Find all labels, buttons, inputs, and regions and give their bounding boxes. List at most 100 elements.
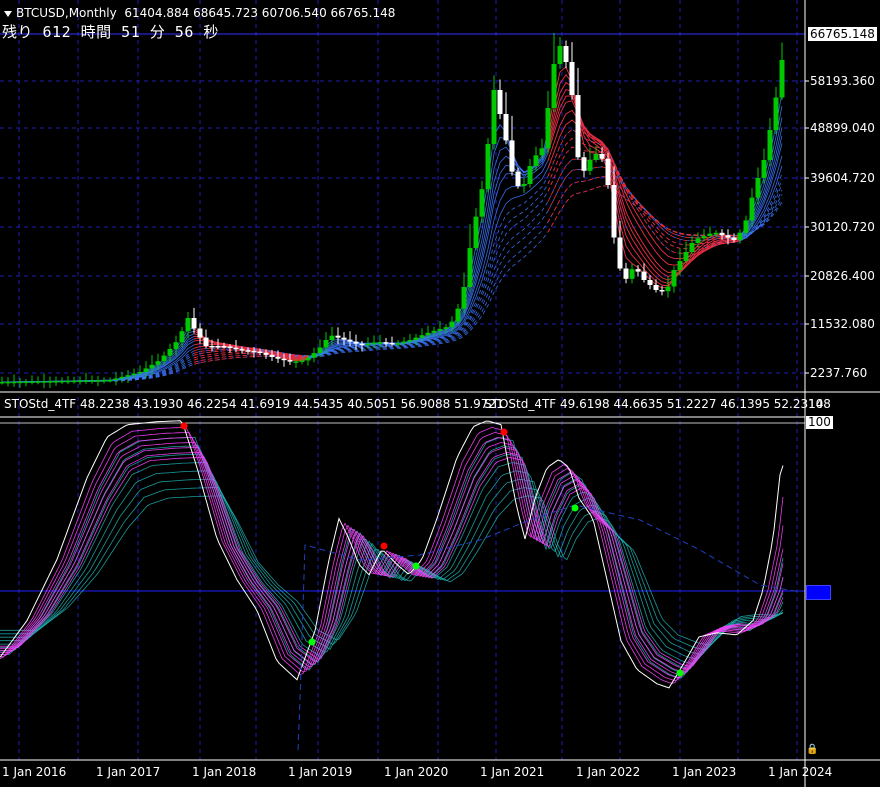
candle-body — [155, 361, 161, 365]
candle-body — [149, 364, 155, 369]
candle-body — [611, 185, 617, 238]
candle-body — [131, 373, 137, 376]
candle-body — [323, 340, 329, 348]
time-axis-label: 1 Jan 2016 — [2, 765, 67, 779]
time-axis-label: 1 Jan 2018 — [192, 765, 257, 779]
chart-canvas[interactable] — [0, 0, 880, 787]
candle-body — [29, 381, 35, 383]
ma-line-down — [547, 158, 741, 242]
candle-body — [125, 375, 131, 377]
candle-body — [431, 330, 437, 333]
time-axis-label: 1 Jan 2023 — [672, 765, 737, 779]
candle-body — [0, 381, 5, 384]
candle-body — [527, 166, 533, 184]
lock-icon[interactable]: 🔒 — [806, 744, 818, 755]
candle-body — [293, 361, 299, 363]
candle-body — [335, 335, 341, 338]
candle-body — [659, 290, 665, 292]
candle-body — [635, 269, 641, 272]
price-axis-label: 2237.760 — [810, 366, 868, 380]
candle-body — [443, 327, 449, 329]
candle-body — [227, 346, 233, 348]
candle-body — [329, 335, 335, 340]
candle-body — [599, 154, 605, 159]
candle-body — [389, 342, 395, 345]
signal-dot — [380, 542, 388, 550]
candle-body — [461, 287, 467, 309]
candle-body — [209, 346, 215, 348]
candle-body — [89, 380, 95, 382]
price-axis-label: 11532.080 — [810, 317, 875, 331]
candle-body — [83, 380, 89, 382]
candle-body — [773, 97, 779, 130]
price-axis-label: 48899.040 — [810, 121, 875, 135]
candle-body — [173, 342, 179, 349]
candle-body — [503, 114, 509, 141]
candle-body — [701, 236, 707, 239]
price-axis-label: 30120.720 — [810, 220, 875, 234]
candle-body — [371, 342, 377, 345]
candle-body — [581, 157, 587, 171]
candle-body — [17, 381, 23, 384]
sto-slow-line — [0, 461, 784, 665]
candle-body — [185, 318, 191, 332]
signal-dot — [412, 562, 420, 570]
candle-body — [215, 346, 221, 348]
candle-body — [5, 381, 11, 384]
price-axis-label: 39604.720 — [810, 171, 875, 185]
candle-body — [161, 355, 167, 362]
candle-body — [689, 243, 695, 252]
candle-body — [65, 380, 71, 383]
chart-frame — [0, 0, 880, 787]
candle-body — [521, 184, 527, 186]
candle-body — [731, 237, 737, 240]
candle-body — [275, 356, 281, 359]
candle-body — [623, 268, 629, 279]
candle-body — [767, 130, 773, 160]
candle-body — [305, 357, 311, 361]
candle-body — [257, 351, 263, 354]
signal-dot — [180, 422, 188, 430]
candle-body — [203, 337, 209, 346]
candle-body — [593, 154, 599, 160]
candle-body — [533, 155, 539, 166]
candle-body — [491, 90, 497, 144]
indicator-axis-top: 108 — [808, 397, 831, 411]
candle-body — [653, 285, 659, 290]
time-axis-label: 1 Jan 2022 — [576, 765, 641, 779]
candle-body — [269, 354, 275, 357]
time-axis-label: 1 Jan 2019 — [288, 765, 353, 779]
time-axis-label: 1 Jan 2020 — [384, 765, 449, 779]
candle-body — [683, 252, 689, 261]
candle-body — [641, 271, 647, 280]
candle-body — [401, 341, 407, 344]
candlestick-series — [0, 32, 785, 389]
candle-body — [749, 197, 755, 221]
candle-body — [677, 261, 683, 270]
candle-body — [779, 60, 785, 98]
candle-body — [11, 381, 17, 384]
indicator-level-100: 100 — [806, 415, 833, 429]
candle-body — [719, 232, 725, 236]
candle-body — [737, 232, 743, 240]
candle-body — [449, 321, 455, 328]
moving-average-ribbon — [1, 66, 783, 383]
dropdown-triangle-icon[interactable] — [4, 10, 12, 17]
candle-body — [743, 220, 749, 233]
candle-body — [455, 308, 461, 322]
candle-body — [377, 342, 383, 344]
candle-body — [221, 346, 227, 348]
indicator-legend-1: STOStd_4TF 48.2238 43.1930 46.2254 41.69… — [4, 397, 504, 411]
candle-body — [41, 381, 47, 383]
candle-body — [425, 332, 431, 336]
candle-body — [47, 381, 53, 383]
candle-body — [191, 318, 197, 329]
candle-body — [485, 144, 491, 190]
sto-slow-line — [0, 478, 784, 656]
sto-slow-line — [0, 470, 784, 660]
candle-body — [341, 337, 347, 340]
ma-line — [2, 185, 783, 383]
candle-body — [311, 353, 317, 358]
candle-body — [347, 339, 353, 342]
candle-body — [179, 331, 185, 343]
